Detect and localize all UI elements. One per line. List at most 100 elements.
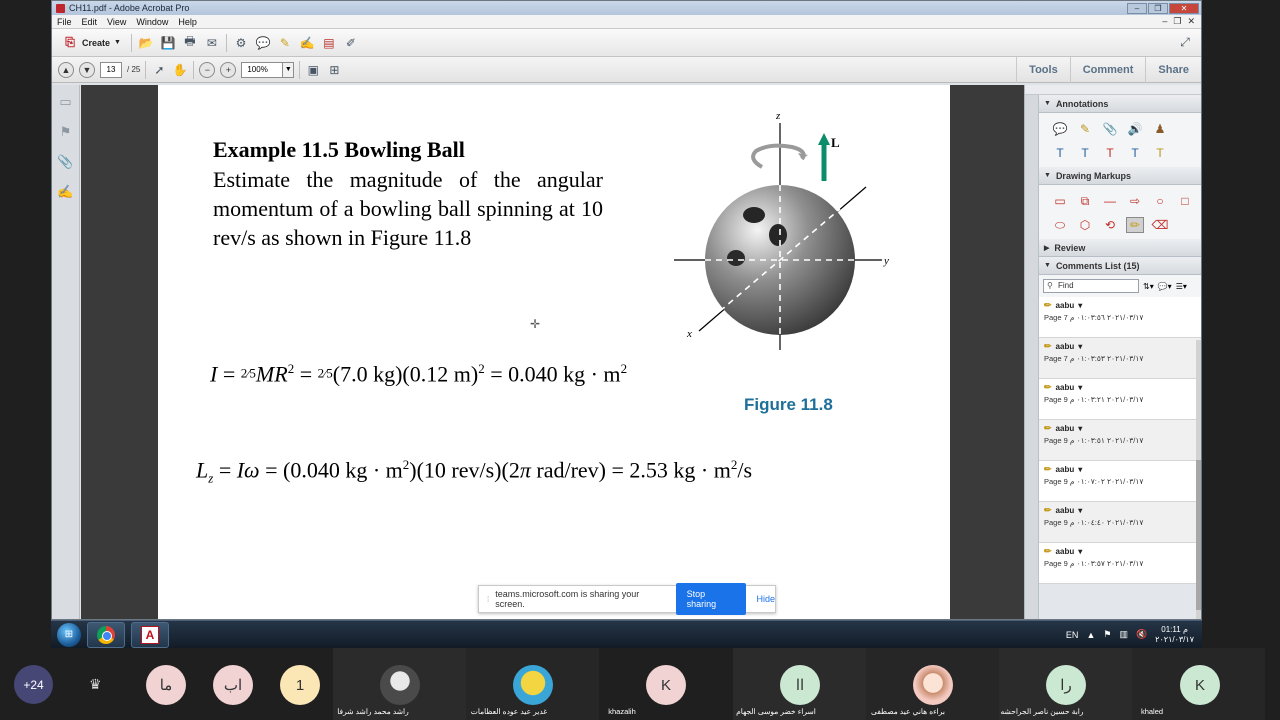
- sort-icon[interactable]: ⇅▾: [1143, 282, 1154, 291]
- comments-list-header[interactable]: ▼ Comments List (15): [1039, 257, 1201, 275]
- connected-lines-icon[interactable]: ⟲: [1101, 217, 1119, 233]
- callout-icon[interactable]: ⧉: [1076, 193, 1094, 209]
- create-button[interactable]: ⎘ Create ▼: [58, 33, 125, 53]
- zoom-in-icon[interactable]: +: [220, 61, 237, 78]
- chevron-down-icon[interactable]: ▾: [1078, 301, 1082, 310]
- insert-text-icon[interactable]: T: [1051, 145, 1069, 161]
- zoom-level-input[interactable]: 100%: [241, 61, 284, 78]
- chrome-taskbar-button[interactable]: [87, 621, 125, 648]
- menu-help[interactable]: Help: [178, 17, 197, 27]
- sticky-note-icon[interactable]: 💬: [1051, 121, 1069, 137]
- replace-text-icon[interactable]: T: [1076, 145, 1094, 161]
- participant-avatar[interactable]: 1: [280, 665, 320, 705]
- comment-item[interactable]: ✏ aabu ▾ Page 9 ٢٠٢١/٠٣/١٧ ٠١:٠٣:٢١ م: [1039, 379, 1201, 420]
- page-thumbnails-icon[interactable]: ▭: [58, 93, 74, 111]
- fit-page-icon[interactable]: ▣: [305, 62, 321, 78]
- attachments-icon[interactable]: 📎: [57, 153, 73, 171]
- comment-item[interactable]: ✏ aabu ▾ Page 9 ٢٠٢١/٠٣/١٧ ٠١:٠٣:٥١ م: [1039, 420, 1201, 461]
- participant-photo[interactable]: [380, 665, 420, 705]
- hand-tool-icon[interactable]: ✋: [172, 62, 188, 78]
- close-icon[interactable]: ✕: [1169, 2, 1199, 14]
- export-icon[interactable]: ⤢: [1177, 35, 1193, 51]
- doc-close-icon[interactable]: ✕: [1187, 16, 1195, 27]
- volume-icon[interactable]: 🔇: [1136, 629, 1147, 640]
- review-header[interactable]: ▶ Review: [1039, 239, 1201, 257]
- email-icon[interactable]: ✉: [204, 35, 220, 51]
- participant-avatar[interactable]: اا: [780, 665, 820, 705]
- tab-tools[interactable]: Tools: [1016, 56, 1070, 83]
- stop-sharing-button[interactable]: Stop sharing: [675, 583, 747, 615]
- document-viewport[interactable]: Example 11.5 Bowling Ball Estimate the m…: [81, 85, 1024, 619]
- line-icon[interactable]: —: [1101, 193, 1119, 209]
- eraser-icon[interactable]: ⌫: [1151, 217, 1169, 233]
- tab-share[interactable]: Share: [1145, 56, 1201, 83]
- settings-icon[interactable]: ⚙: [233, 35, 249, 51]
- text-box-icon[interactable]: ▭: [1051, 193, 1069, 209]
- comment-item[interactable]: ✏ aabu ▾ Page 9 ٢٠٢١/٠٣/١٧ ٠١:٠٧:٠٢ م: [1039, 461, 1201, 502]
- participant-avatar[interactable]: ما: [146, 665, 186, 705]
- cloud-icon[interactable]: ⬭: [1051, 217, 1069, 233]
- minimize-icon[interactable]: –: [1127, 2, 1147, 14]
- menu-file[interactable]: File: [57, 17, 72, 27]
- stamp-icon[interactable]: ♟: [1151, 121, 1169, 137]
- more-participants-button[interactable]: +24: [14, 665, 53, 704]
- drag-handle-icon[interactable]: ⁞: [487, 595, 489, 604]
- chevron-down-icon[interactable]: ▾: [1078, 424, 1082, 433]
- comments-scrollbar[interactable]: [1196, 340, 1201, 619]
- menu-edit[interactable]: Edit: [82, 17, 98, 27]
- comments-search-input[interactable]: ⚲ Find: [1043, 279, 1139, 293]
- sticky-note-icon[interactable]: ✎: [277, 35, 293, 51]
- select-cursor-icon[interactable]: ➚: [151, 62, 167, 78]
- comment-item[interactable]: ✏ aabu ▾ Page 7 ٢٠٢١/٠٣/١٧ ٠١:٠٣:٥٣ م: [1039, 338, 1201, 379]
- oval-icon[interactable]: ○: [1151, 193, 1169, 209]
- save-icon[interactable]: 💾: [160, 35, 176, 51]
- bookmarks-icon[interactable]: ⚑: [58, 123, 74, 141]
- hide-share-bar-link[interactable]: Hide: [756, 594, 775, 604]
- text-comment-icon[interactable]: T: [1151, 145, 1169, 161]
- next-page-icon[interactable]: ▼: [79, 61, 95, 78]
- strikethrough-icon[interactable]: T: [1101, 145, 1119, 161]
- clock[interactable]: 01:11 م ٢٠٢١/٠٣/١٧: [1155, 625, 1194, 645]
- filter-icon[interactable]: 💬▾: [1158, 282, 1172, 291]
- comment-item[interactable]: ✏ aabu ▾ Page 9 ٢٠٢١/٠٣/١٧ ٠١:٠٤:٤٠ م: [1039, 502, 1201, 543]
- tab-comment[interactable]: Comment: [1069, 56, 1146, 83]
- participant-avatar[interactable]: اب: [213, 665, 253, 705]
- participant-photo[interactable]: [913, 665, 953, 705]
- pencil-icon[interactable]: ✏: [1126, 217, 1144, 233]
- language-indicator[interactable]: EN: [1066, 630, 1079, 640]
- arrow-icon[interactable]: ⇨: [1126, 193, 1144, 209]
- scrollbar-thumb[interactable]: [1196, 460, 1201, 610]
- chevron-down-icon[interactable]: ▾: [1078, 342, 1082, 351]
- edit-text-icon[interactable]: ✐: [343, 35, 359, 51]
- acrobat-taskbar-button[interactable]: A: [131, 621, 169, 648]
- chevron-down-icon[interactable]: ▾: [1078, 383, 1082, 392]
- chevron-down-icon[interactable]: ▾: [1078, 506, 1082, 515]
- form-icon[interactable]: ▤: [321, 35, 337, 51]
- restore-icon[interactable]: ❐: [1148, 2, 1168, 14]
- sign-icon[interactable]: ✍: [299, 35, 315, 51]
- record-audio-icon[interactable]: 🔊: [1126, 121, 1144, 137]
- drawing-markups-header[interactable]: ▼ Drawing Markups: [1039, 167, 1201, 185]
- network-icon[interactable]: ▥: [1119, 629, 1128, 640]
- rectangle-icon[interactable]: □: [1176, 193, 1194, 209]
- polygon-icon[interactable]: ⬡: [1076, 217, 1094, 233]
- zoom-dropdown-icon[interactable]: ▼: [282, 61, 295, 78]
- comment-item[interactable]: ✏ aabu ▾ Page 7 ٢٠٢١/٠٣/١٧ ٠١:٠٣:٥٦ م: [1039, 297, 1201, 338]
- participant-avatar[interactable]: K: [1180, 665, 1220, 705]
- print-icon[interactable]: 🖶: [182, 34, 198, 51]
- show-hidden-icons-icon[interactable]: ▲: [1086, 630, 1095, 640]
- open-folder-icon[interactable]: 📂: [138, 35, 154, 51]
- participant-avatar[interactable]: را: [1046, 665, 1086, 705]
- doc-restore-icon[interactable]: ❐: [1173, 16, 1181, 27]
- pane-scroll-strip[interactable]: [1025, 95, 1039, 619]
- signatures-icon[interactable]: ✍: [57, 183, 73, 201]
- underline-icon[interactable]: T: [1126, 145, 1144, 161]
- zoom-out-icon[interactable]: −: [199, 61, 216, 78]
- participant-photo[interactable]: [513, 665, 553, 705]
- doc-minimize-icon[interactable]: –: [1162, 16, 1167, 27]
- highlight-text-icon[interactable]: ✎: [1076, 121, 1094, 137]
- chevron-down-icon[interactable]: ▾: [1078, 465, 1082, 474]
- action-center-icon[interactable]: ⚑: [1103, 629, 1111, 640]
- annotations-header[interactable]: ▼ Annotations: [1039, 95, 1201, 113]
- menu-window[interactable]: Window: [136, 17, 168, 27]
